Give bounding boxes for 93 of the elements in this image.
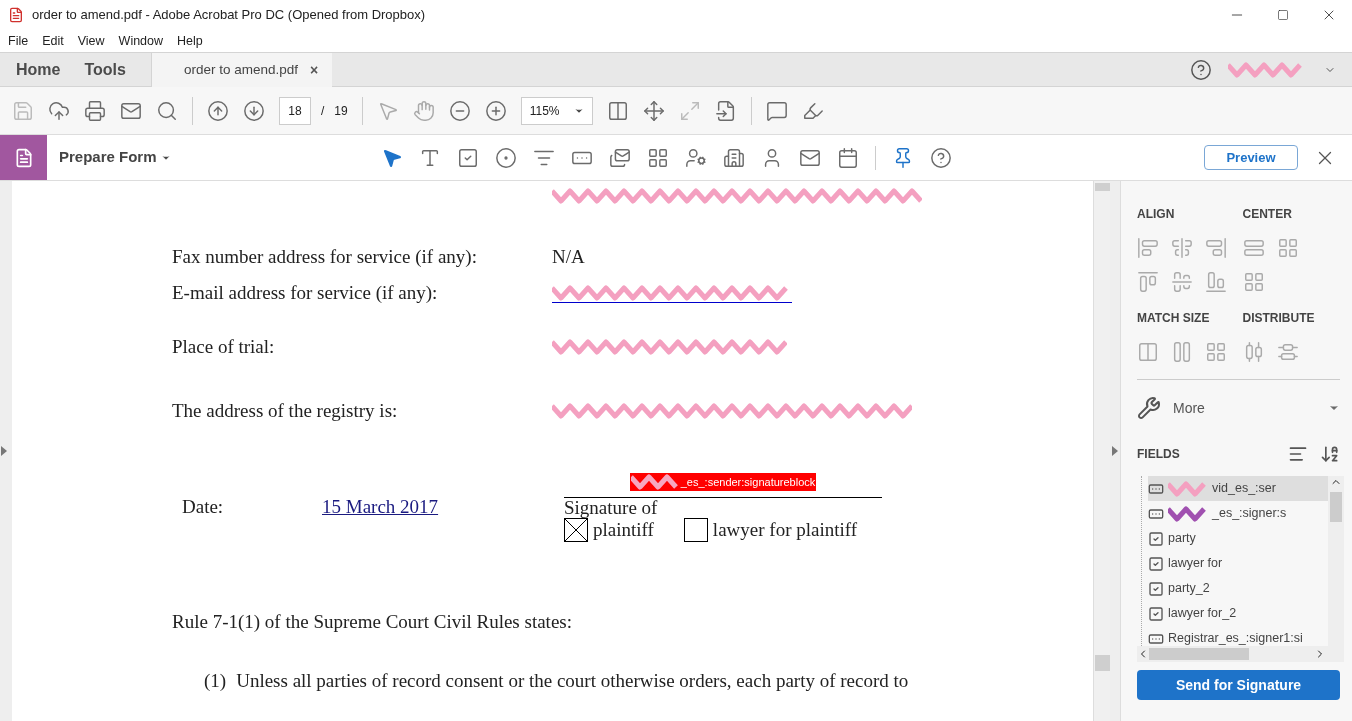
section-title: ALIGN (1137, 207, 1175, 221)
page-number-field[interactable]: 18 (279, 96, 311, 125)
sort-order-icon[interactable] (1288, 444, 1308, 464)
sign-mail-icon[interactable] (608, 146, 631, 169)
sort-alpha-icon[interactable] (1320, 444, 1340, 464)
form-label: Place of trial: (172, 335, 275, 357)
search-icon[interactable] (156, 99, 178, 122)
field-item[interactable]: party_2 (1148, 576, 1328, 601)
field-item[interactable]: vid_es_:ser (1148, 476, 1328, 501)
collapse-arrow-icon[interactable] (1111, 446, 1119, 456)
prepare-form-menu[interactable]: Prepare Form (59, 146, 171, 169)
pdf-file-icon (8, 7, 24, 23)
help-icon[interactable] (929, 146, 952, 169)
tab-close[interactable]: × (310, 59, 319, 81)
menu-item[interactable]: View (77, 31, 105, 51)
field-name: party_2 (1168, 580, 1210, 598)
field-name: Registrar_es_:signer1:si (1168, 630, 1303, 646)
zoom-dropdown[interactable]: 115% (520, 96, 593, 125)
page-separator: / (321, 102, 325, 120)
scroll-thumb[interactable] (1094, 183, 1110, 191)
rule-heading: Rule 7-1(1) of the Supreme Court Civil Rules states: (172, 610, 573, 634)
field-item[interactable]: lawyer for_2 (1148, 601, 1328, 626)
send-for-signature-button[interactable]: Send for Signature (1137, 670, 1340, 700)
field-item[interactable]: party (1148, 526, 1328, 551)
form-label: Fax number address for service (if any): (172, 245, 477, 267)
menu-item[interactable]: Edit (42, 31, 64, 51)
form-value: N/A (552, 244, 585, 269)
redaction-scribble (630, 473, 681, 491)
date-icon[interactable] (836, 146, 859, 169)
preview-button[interactable]: Preview (1204, 145, 1298, 170)
rule-text: Unless all parties of record consent or the court otherwise orders, each party of record to (236, 668, 909, 693)
section-title: CENTER (1242, 207, 1292, 221)
menu-item[interactable]: Help (177, 31, 203, 51)
redaction-scribble (1168, 504, 1208, 523)
tools-icon[interactable] (1137, 396, 1161, 420)
form-label: E-mail address for service (if any): (172, 281, 438, 303)
checkbox-tool-icon[interactable] (456, 146, 479, 169)
list-number: (1) (204, 668, 227, 693)
menu-item[interactable]: Window (118, 31, 164, 51)
field-name: party (1168, 530, 1196, 548)
checkbox[interactable] (683, 518, 708, 542)
vertical-scrollbar[interactable] (1093, 181, 1110, 721)
checkbox-label: plaintiff (593, 520, 654, 540)
zoom-in-icon[interactable] (484, 99, 507, 122)
next-page-icon[interactable] (243, 99, 265, 122)
scroll-thumb[interactable] (1149, 648, 1249, 660)
checkbox-field-icon (1148, 530, 1164, 547)
scroll-thumb[interactable] (1330, 492, 1342, 522)
tab-title: order to amend.pdf (184, 60, 299, 79)
date-label: Date: (181, 495, 225, 519)
comment-icon[interactable] (765, 99, 788, 122)
checkbox-label: lawyer for plaintiff (712, 520, 858, 540)
fit-width-icon[interactable] (606, 99, 629, 122)
signature-caption: Signature of (564, 498, 659, 518)
checkbox[interactable] (564, 518, 588, 542)
section-title: DISTRIBUTE (1242, 311, 1315, 325)
help-icon[interactable] (1190, 58, 1212, 81)
document-tab[interactable]: order to amend.pdf × (152, 53, 332, 87)
checkbox-field-icon (1148, 555, 1164, 572)
horizontal-scrollbar[interactable] (1137, 646, 1344, 662)
section-title: FIELDS (1137, 446, 1180, 463)
expand-arrow-icon[interactable] (0, 446, 8, 456)
field-item[interactable]: _es_:signer:s (1148, 501, 1328, 526)
redaction-scribble (1168, 479, 1208, 498)
field-name: lawyer for (1168, 555, 1223, 573)
form-label: The address of the registry is: (172, 399, 398, 421)
scroll-mode-icon[interactable] (714, 99, 737, 122)
field-item[interactable]: lawyer for (1148, 551, 1328, 576)
date-link[interactable]: 15 March 2017 (322, 493, 564, 542)
field-item[interactable]: Registrar_es_:signer1:si (1148, 626, 1328, 646)
window-title: order to amend.pdf - Adobe Acrobat Pro DC (Opened from Dropbox) (32, 6, 426, 25)
more-menu[interactable]: More (1173, 397, 1205, 419)
field-name: vid_es_:ser (1212, 480, 1276, 498)
signature-block-field[interactable]: _es_:sender:signatureblock (629, 473, 817, 491)
field-name: lawyer for_2 (1168, 605, 1237, 623)
menu-item[interactable]: File (8, 31, 29, 51)
checkbox-field-icon (1148, 580, 1164, 597)
list-scrollbar[interactable] (1328, 476, 1344, 646)
cloud-upload-icon[interactable] (48, 99, 70, 122)
nav-tab[interactable]: Tools (84, 57, 126, 82)
zoom-out-icon[interactable] (448, 99, 471, 122)
radio-button-icon[interactable] (494, 146, 517, 169)
scroll-thumb[interactable] (1094, 655, 1110, 671)
previous-page-icon[interactable] (207, 99, 229, 122)
print-icon[interactable] (84, 99, 106, 122)
maximize-icon[interactable] (1277, 9, 1289, 21)
company-icon[interactable] (722, 146, 745, 169)
fit-page-icon[interactable] (642, 99, 665, 122)
checkbox-field-icon (1148, 605, 1164, 622)
nav-tab[interactable]: Home (16, 57, 61, 82)
section-title: MATCH SIZE (1137, 311, 1210, 325)
field-name: _es_:signer:s (1212, 505, 1287, 523)
page-count: 19 (334, 102, 348, 120)
